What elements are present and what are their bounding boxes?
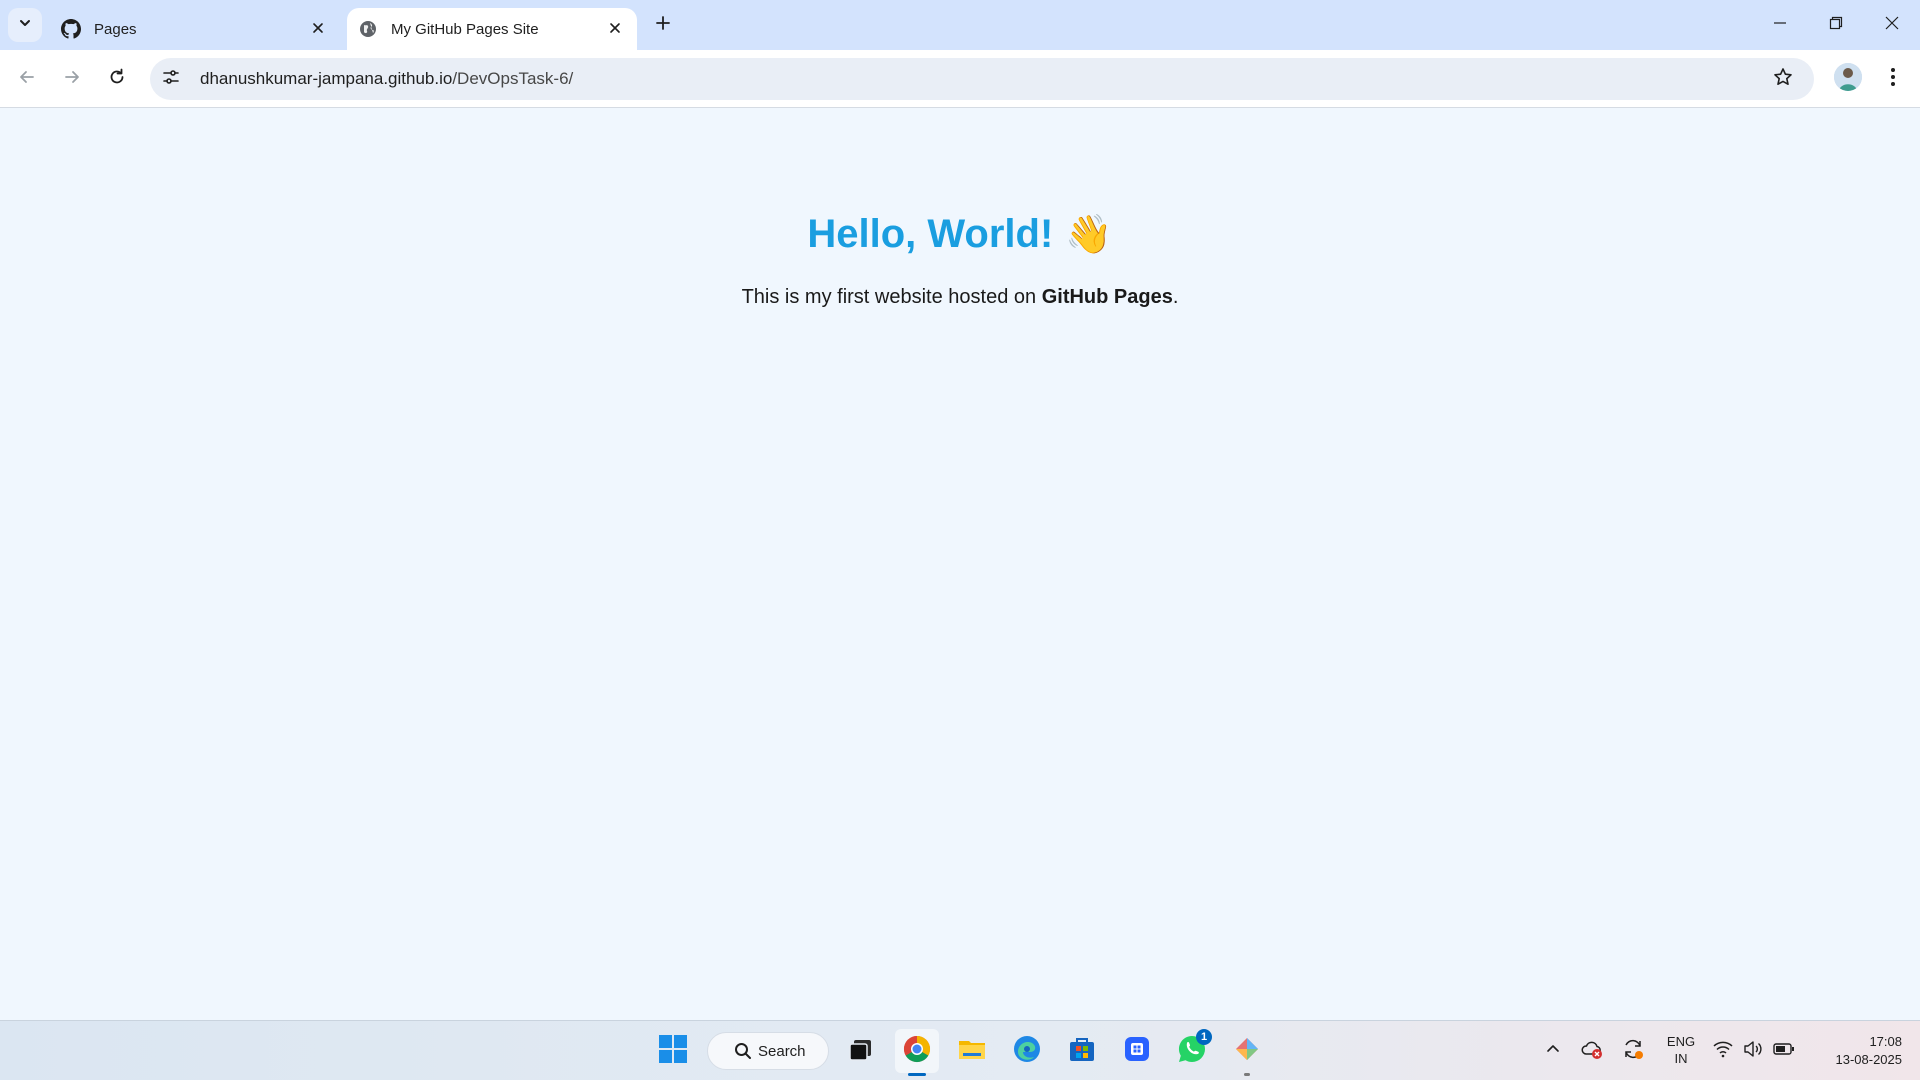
chevron-down-icon [18,16,32,35]
tab-pages[interactable]: Pages [50,8,340,50]
web-page: Hello, World! 👋 This is my first website … [0,108,1920,1020]
heading-text: Hello, World! [807,212,1054,256]
folder-icon [957,1034,987,1069]
clock-time: 17:08 [1869,1034,1902,1049]
close-icon [609,21,621,38]
arrow-right-icon [63,68,81,91]
reload-button[interactable] [100,62,134,96]
taskbar-app-colorful[interactable] [1225,1029,1269,1076]
star-icon [1773,67,1793,92]
tune-icon [162,68,180,91]
edge-icon [1012,1034,1042,1069]
plus-icon [655,15,671,36]
tab-my-github-pages-site[interactable]: My GitHub Pages Site [347,8,637,50]
task-view-button[interactable] [839,1029,883,1073]
intro-text: This is my first website hosted on [741,286,1042,308]
profile-avatar[interactable] [1834,63,1862,91]
volume-icon [1743,1040,1763,1063]
clock-date: 13-08-2025 [1835,1052,1903,1067]
windows-logo-icon [658,1034,688,1069]
taskbar-chrome[interactable] [895,1029,939,1076]
notification-badge: 1 [1196,1029,1212,1045]
sync-icon [1621,1037,1645,1066]
address-bar[interactable]: dhanushkumar-jampana.github.io/DevOpsTas… [150,58,1814,100]
taskbar-store[interactable] [1060,1029,1104,1073]
new-tab-button[interactable] [648,10,678,40]
chevron-up-icon [1545,1041,1561,1062]
tab-strip: Pages My GitHub Pages Site [0,0,1920,50]
forward-button[interactable] [55,62,89,96]
browser-toolbar: dhanushkumar-jampana.github.io/DevOpsTas… [0,50,1920,108]
page-heading: Hello, World! 👋 [0,212,1920,257]
intro-end-text: . [1172,286,1179,308]
active-indicator [908,1073,926,1076]
close-tab-button[interactable] [304,15,332,43]
intro-bold-text: GitHub Pages [1041,286,1173,308]
chrome-icon [902,1034,932,1069]
minimize-icon [1773,16,1787,35]
arrow-left-icon [18,68,36,91]
close-icon [1885,16,1899,35]
more-vertical-icon [1890,67,1896,92]
close-tab-button[interactable] [601,15,629,43]
tab-search-button[interactable] [8,8,42,42]
search-icon [734,1042,752,1060]
start-button[interactable] [651,1029,695,1073]
clock[interactable]: 17:08 13-08-2025 [1812,1033,1903,1069]
taskbar-edge[interactable] [1005,1029,1049,1073]
globe-icon [357,18,379,40]
taskbar-app-blue[interactable] [1115,1029,1159,1073]
github-icon [60,18,82,40]
waving-hand-emoji: 👋 [1065,214,1113,256]
tray-onedrive[interactable] [1572,1029,1612,1073]
task-view-icon [847,1035,875,1068]
url-text[interactable]: dhanushkumar-jampana.github.io/DevOpsTas… [200,69,573,89]
language-indicator[interactable]: ENG IN [1664,1033,1698,1067]
restore-icon [1829,16,1843,35]
show-hidden-icons-button[interactable] [1531,1029,1575,1073]
language-primary: ENG [1666,1034,1696,1049]
wifi-icon [1713,1040,1733,1063]
url-host: dhanushkumar-jampana.github.io [200,69,453,88]
bookmark-button[interactable] [1766,62,1800,96]
browser-menu-button[interactable] [1876,62,1910,96]
url-path: /DevOpsTask-6/ [452,69,574,88]
tab-title: My GitHub Pages Site [391,20,539,38]
restore-button[interactable] [1808,0,1864,50]
window-controls [1752,0,1920,50]
taskbar-whatsapp[interactable]: 1 [1170,1029,1214,1073]
colorful-app-icon [1232,1034,1262,1069]
tab-title: Pages [94,20,137,38]
battery-icon [1773,1042,1795,1061]
minimize-button[interactable] [1752,0,1808,50]
quick-settings-button[interactable] [1706,1029,1802,1073]
tray-sync[interactable] [1613,1029,1653,1073]
reload-icon [108,68,126,91]
search-label: Search [758,1042,806,1060]
site-info-button[interactable] [154,62,188,96]
running-indicator [1244,1073,1250,1076]
back-button[interactable] [10,62,44,96]
taskbar-search[interactable]: Search [707,1032,829,1070]
taskbar-file-explorer[interactable] [950,1029,994,1073]
close-icon [312,21,324,38]
intro-paragraph: This is my first website hosted on GitHu… [0,286,1920,309]
language-secondary: IN [1674,1051,1688,1066]
close-window-button[interactable] [1864,0,1920,50]
store-icon [1067,1034,1097,1069]
cloud-error-icon [1580,1037,1604,1066]
app-grid-icon [1122,1034,1152,1069]
windows-taskbar: Search 1 ENG IN 17:08 13-08-2025 [0,1020,1920,1080]
